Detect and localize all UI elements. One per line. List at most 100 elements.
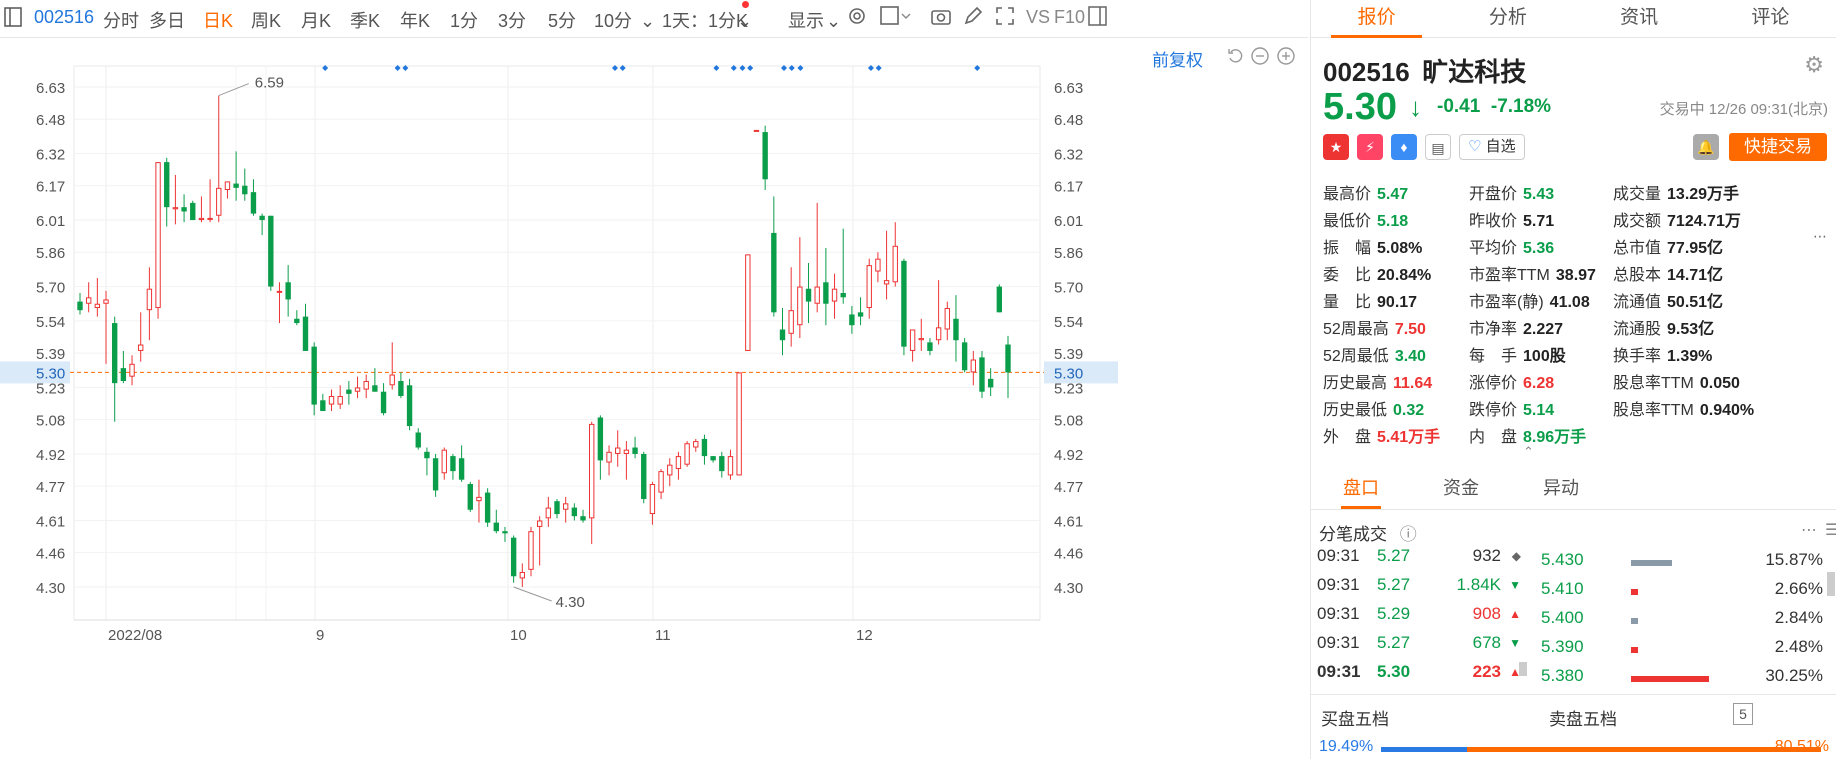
y-tick-left: 5.70 xyxy=(36,280,65,297)
sell-ratio-fill xyxy=(1466,747,1821,752)
candle-body xyxy=(450,456,456,472)
book-price: 5.410 xyxy=(1541,579,1584,598)
down-arrow-icon: ↓ xyxy=(1409,92,1422,122)
y-tick-right: 4.92 xyxy=(1054,447,1083,464)
china-flag-icon[interactable]: ★ xyxy=(1323,134,1349,160)
period-tab-10分[interactable]: 10分 xyxy=(594,7,632,33)
candle-body xyxy=(840,293,846,298)
ticks-more-icon[interactable]: ⋯ xyxy=(1801,520,1817,540)
period-tab-季K[interactable]: 季K xyxy=(350,7,380,33)
book-scrollbar[interactable] xyxy=(1827,572,1835,596)
candle-body xyxy=(589,423,595,519)
info-icon[interactable]: ⓘ xyxy=(1400,525,1417,544)
period-tab-日K[interactable]: 日K xyxy=(203,7,233,33)
stat-label: 外 盘 xyxy=(1323,429,1372,446)
period-more-chevron-icon[interactable]: ⌄ xyxy=(640,11,655,32)
candle-body xyxy=(337,396,343,405)
period-tab-1分[interactable]: 1分 xyxy=(450,7,478,33)
alert-bell-icon[interactable]: 🔔 xyxy=(1693,134,1719,160)
display-menu[interactable]: 显示 xyxy=(788,7,824,33)
period-tab-年K[interactable]: 年K xyxy=(400,7,430,33)
book-price: 5.430 xyxy=(1541,550,1584,569)
collapse-chevron-up-icon[interactable]: ⌃ xyxy=(1523,444,1534,460)
note-icon[interactable]: ▤ xyxy=(1425,134,1451,160)
candle-body xyxy=(987,378,994,388)
buy-pct: 19.49% xyxy=(1319,738,1374,755)
diamond-icon: ◆ xyxy=(1511,549,1521,563)
indicator-box-icon[interactable] xyxy=(880,5,914,32)
tab-评论[interactable]: 评论 xyxy=(1705,0,1836,37)
candle-body xyxy=(545,507,552,519)
book-pct: 2.84% xyxy=(1774,608,1823,627)
kline-chart[interactable]: 6.63 6.63 6.48 6.48 6.32 6.32 6.17 6.17 6.01 6.01… xyxy=(0,40,1308,759)
panel-toggle-icon[interactable] xyxy=(4,6,22,33)
kline-svg[interactable]: 6.63 6.63 6.48 6.48 6.32 6.32 6.17 6.17 6.01 6.01… xyxy=(0,40,1308,759)
candle-body xyxy=(710,456,716,461)
buy-sell-summary: 买盘五档 卖盘五档 5 19.49% 80.51% xyxy=(1311,694,1836,759)
current-price-label-right: 5.30 xyxy=(1054,365,1083,382)
stat-item: 流通值 50.51亿 xyxy=(1613,288,1723,312)
book-bar xyxy=(1631,560,1673,566)
stat-value: 1.39% xyxy=(1667,348,1713,365)
interval-chevron-icon[interactable]: ⌄ xyxy=(737,11,752,32)
y-tick-left: 5.39 xyxy=(36,346,65,363)
subtab-资金[interactable]: 资金 xyxy=(1411,466,1511,509)
stat-value: 3.40 xyxy=(1394,348,1426,365)
candle-body xyxy=(233,183,239,188)
tab-报价[interactable]: 报价 xyxy=(1311,0,1442,38)
stat-value: 13.29万手 xyxy=(1667,186,1740,203)
camera-icon[interactable] xyxy=(930,5,952,32)
candle-body xyxy=(363,380,369,390)
f10-button[interactable]: F10 xyxy=(1054,7,1085,28)
five-levels-toggle[interactable]: 5 xyxy=(1733,703,1753,725)
ticks-scrollbar[interactable] xyxy=(1519,662,1527,676)
more-dots-icon[interactable]: ⋯ xyxy=(1813,228,1827,245)
candle-body xyxy=(181,207,187,212)
quick-trade-button[interactable]: 快捷交易 xyxy=(1729,133,1827,161)
hot-flame-icon[interactable]: ⚡ xyxy=(1357,134,1383,160)
vs-button[interactable]: VS xyxy=(1026,7,1050,28)
interval-select[interactable]: 1天：1分K xyxy=(662,7,748,33)
display-chevron-icon[interactable]: ⌄ xyxy=(826,11,841,32)
period-tab-周K[interactable]: 周K xyxy=(251,7,281,33)
candle-body xyxy=(346,389,352,394)
stat-label: 内 盘 xyxy=(1469,429,1518,446)
collapse-panel-icon[interactable] xyxy=(1088,5,1108,32)
draw-pencil-icon[interactable] xyxy=(962,5,984,32)
stat-item: 市盈率TTM 38.97 xyxy=(1469,261,1596,285)
stock-code[interactable]: 002516 xyxy=(34,7,94,28)
candle-body xyxy=(103,299,109,304)
x-tick: 11 xyxy=(655,627,671,644)
period-tab-3分[interactable]: 3分 xyxy=(498,7,526,33)
stock-name: 旷达科技 xyxy=(1422,57,1527,87)
stat-item: 52周最低 3.40 xyxy=(1323,342,1426,366)
fuquan-toggle[interactable]: 前复权 xyxy=(1152,46,1203,71)
tag-icon[interactable]: ♦ xyxy=(1391,134,1417,160)
stats-row: 量 比 90.17 市盈率(静) 41.08 流通值 50.51亿 xyxy=(1323,288,1833,315)
subtab-盘口[interactable]: 盘口 xyxy=(1311,466,1411,509)
settings-gear-icon[interactable] xyxy=(846,5,868,32)
tab-资讯[interactable]: 资讯 xyxy=(1574,0,1705,37)
down-triangle-icon: ▼ xyxy=(1509,578,1521,592)
y-tick-right: 6.63 xyxy=(1054,80,1083,97)
candle-body xyxy=(693,441,699,448)
stat-label: 历史最高 xyxy=(1323,375,1388,392)
watchlist-button[interactable]: ♡ 自选 xyxy=(1459,134,1525,160)
period-tab-多日[interactable]: 多日 xyxy=(149,7,185,33)
candle-body xyxy=(285,282,291,300)
period-tab-分时[interactable]: 分时 xyxy=(103,7,139,33)
fullscreen-icon[interactable] xyxy=(994,5,1016,32)
candle-body xyxy=(996,286,1003,313)
candle-body xyxy=(268,215,274,287)
panel-settings-gear-icon[interactable]: ⚙ xyxy=(1804,52,1824,78)
period-tab-5分[interactable]: 5分 xyxy=(548,7,576,33)
stat-label: 委 比 xyxy=(1323,267,1372,284)
subtab-异动[interactable]: 异动 xyxy=(1511,466,1611,509)
period-tab-月K[interactable]: 月K xyxy=(301,7,331,33)
stat-item: 跌停价 5.14 xyxy=(1469,396,1554,420)
list-view-icon[interactable]: ☰ xyxy=(1825,520,1836,540)
candle-body xyxy=(476,496,482,502)
tick-time: 09:31 xyxy=(1317,575,1360,594)
tab-分析[interactable]: 分析 xyxy=(1442,0,1573,37)
candle-body xyxy=(302,316,309,351)
